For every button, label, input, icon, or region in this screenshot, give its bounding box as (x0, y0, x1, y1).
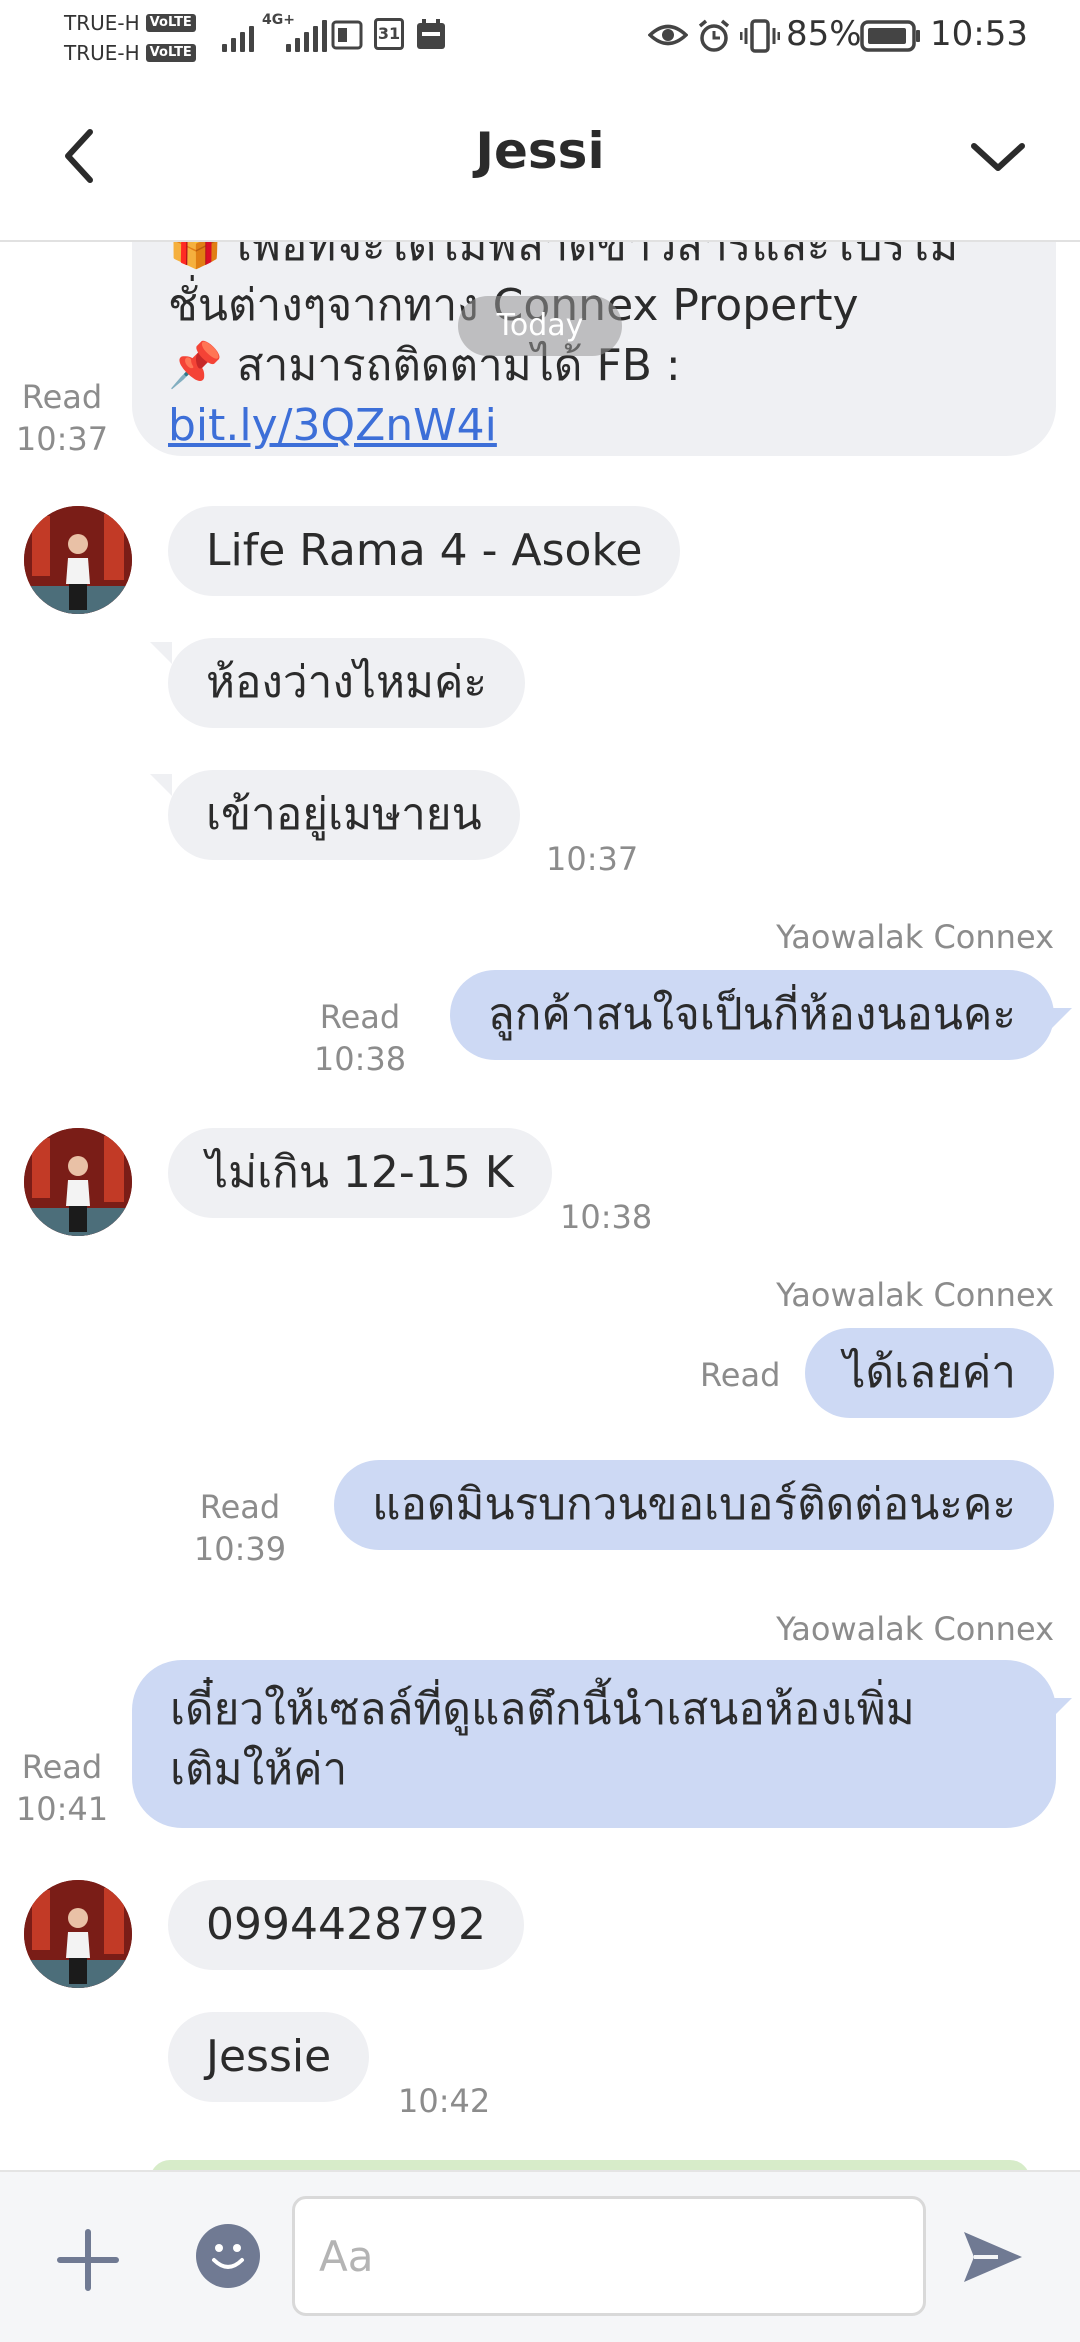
message-bubble[interactable]: เดี๋ยวให้เซลล์ที่ดูแลตึกนี้นำเสนอห้องเพิ… (132, 1660, 1056, 1828)
read-label: Read (21, 378, 103, 416)
message-time: 10:42 (398, 2082, 491, 2120)
chat-title: Jessi (475, 122, 605, 180)
vibrate-icon (740, 19, 780, 53)
read-receipt: Read 10:41 (14, 1746, 110, 1830)
avatar[interactable] (24, 1128, 132, 1236)
alarm-icon (698, 19, 730, 52)
message-time: 10:37 (546, 840, 639, 878)
signal-icon (222, 18, 254, 52)
bubble-tail (150, 774, 172, 796)
promo-line-1: 🎁 เพื่อที่จะได้ไม่พลาดข่าวสารและโปรโม (168, 242, 959, 271)
read-receipt: Read (700, 1354, 780, 1396)
avatar-photo (24, 1880, 132, 1988)
chevron-down-icon[interactable] (966, 132, 1030, 180)
bubble-tail (1050, 1008, 1072, 1030)
message-bubble[interactable]: 0994428792 (168, 1880, 524, 1970)
eye-icon (648, 24, 688, 46)
battery-percent: 85% (786, 14, 862, 54)
promo-link[interactable]: bit.ly/3QZnW4i (168, 400, 497, 451)
read-receipt: Read 10:38 (312, 996, 408, 1080)
smiley-face (212, 2244, 244, 2269)
message-time: 10:39 (193, 1530, 287, 1568)
read-label: Read (700, 1356, 781, 1394)
status-bar: TRUE-H VoLTE TRUE-H VoLTE 4G+ 31 85% 10:53 (0, 0, 1080, 76)
emoji-icon[interactable] (196, 2224, 260, 2288)
message-time: 10:37 (15, 420, 109, 458)
avatar-photo (24, 506, 132, 614)
chat-header: Jessi (0, 76, 1080, 242)
volte-badge: VoLTE (145, 14, 196, 32)
signal-icon (286, 18, 327, 52)
battery-icon (860, 20, 920, 52)
send-icon[interactable] (958, 2222, 1028, 2292)
date-separator: Today (458, 296, 622, 356)
read-label: Read (319, 998, 401, 1036)
message-time: 10:38 (560, 1198, 653, 1236)
carrier-1: TRUE-H (64, 11, 140, 35)
message-bubble[interactable]: ได้เลยค่า (805, 1328, 1054, 1418)
sender-name: Yaowalak Connex (776, 1610, 1054, 1648)
sender-name: Yaowalak Connex (776, 1276, 1054, 1314)
message-bubble[interactable]: ลูกค้าสนใจเป็นกี่ห้องนอนคะ (449, 970, 1054, 1060)
sender-name: Yaowalak Connex (776, 918, 1054, 956)
plus-icon[interactable] (50, 2222, 126, 2298)
message-bubble[interactable]: ห้องว่างไหมค่ะ (168, 638, 526, 728)
calendar-event-icon (417, 19, 445, 49)
read-label: Read (199, 1488, 281, 1526)
message-bubble[interactable]: ไม่เกิน 12-15 K (168, 1128, 552, 1218)
message-bubble[interactable]: เข้าอยู่เมษายน (168, 770, 520, 860)
volte-badge: VoLTE (145, 44, 196, 62)
message-line-1: เดี๋ยวให้เซลล์ที่ดูแลตึกนี้นำเสนอห้องเพิ… (170, 1684, 915, 1735)
read-receipt: Read 10:37 (14, 376, 110, 460)
message-line-2: เติมให้ค่า (170, 1744, 348, 1795)
message-bubble[interactable]: Life Rama 4 - Asoke (168, 506, 681, 596)
message-bubble[interactable]: Jessie (168, 2012, 370, 2102)
message-bubble[interactable]: แอดมินรบกวนขอเบอร์ติดต่อนะคะ (334, 1460, 1054, 1550)
message-time: 10:38 (313, 1040, 407, 1078)
wechat-icon (331, 20, 363, 50)
read-receipt: Read 10:39 (192, 1486, 288, 1570)
clock: 10:53 (930, 14, 1028, 54)
message-input[interactable] (292, 2196, 926, 2316)
bubble-tail (1050, 1698, 1072, 1720)
partial-message-bubble (150, 2160, 1030, 2170)
avatar[interactable] (24, 1880, 132, 1988)
avatar[interactable] (24, 506, 132, 614)
avatar-photo (24, 1128, 132, 1236)
carrier-labels: TRUE-H VoLTE TRUE-H VoLTE (64, 8, 196, 68)
input-bar (0, 2170, 1080, 2342)
bubble-tail (150, 642, 172, 664)
message-time: 10:41 (15, 1790, 109, 1828)
carrier-2: TRUE-H (64, 41, 140, 65)
calendar-icon: 31 (374, 18, 404, 50)
read-label: Read (21, 1748, 103, 1786)
message-list[interactable]: 🎁 เพื่อที่จะได้ไม่พลาดข่าวสารและโปรโม ชั… (0, 242, 1080, 2170)
